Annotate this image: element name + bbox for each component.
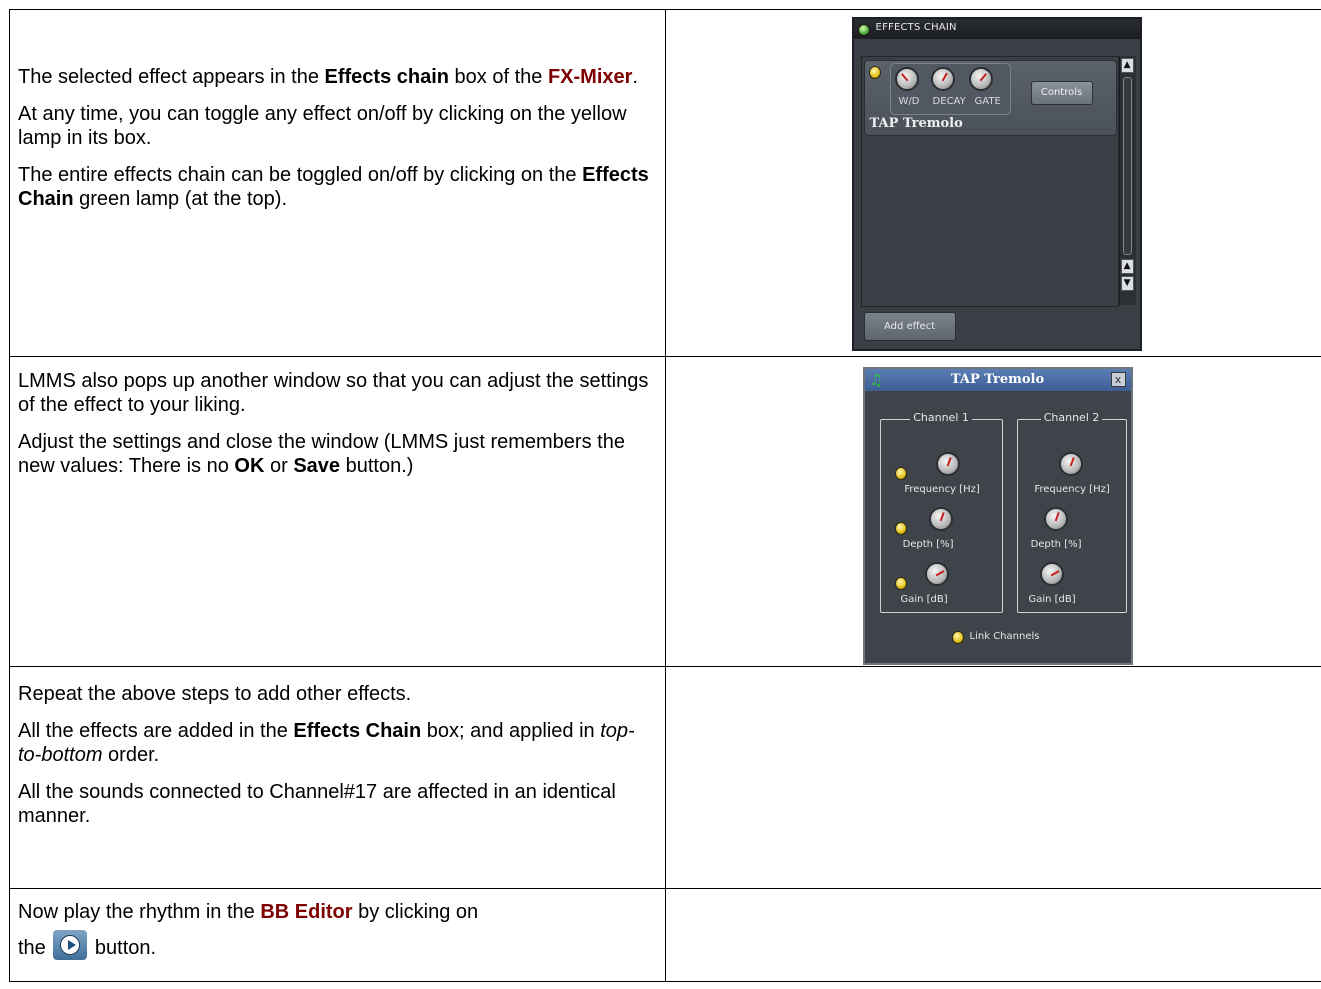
yellow-lamp-icon[interactable] — [894, 467, 907, 480]
table-row: LMMS also pops up another window so that… — [9, 356, 1321, 667]
frequency-knob-icon[interactable] — [935, 452, 960, 476]
gain-knob-icon[interactable] — [924, 562, 949, 586]
scroll-up-arrow-icon[interactable]: ▲ — [1120, 259, 1134, 274]
paragraph: The entire effects chain can be toggled … — [18, 164, 649, 210]
document-table: The selected effect appears in the Effec… — [9, 9, 1321, 982]
text-cell: Repeat the above steps to add other effe… — [9, 666, 666, 889]
text-cell: Now play the rhythm in the BB Editor by … — [9, 888, 666, 982]
gate-knob-icon[interactable] — [968, 67, 993, 91]
close-icon[interactable]: x — [1110, 372, 1126, 387]
channel-title: Channel 2 — [1040, 411, 1103, 424]
knob-label: W/D — [898, 96, 920, 107]
channel-2-group: Channel 2 Frequency [Hz] Depth [%] Gain … — [1016, 411, 1127, 613]
scroll-down-arrow-icon[interactable]: ▼ — [1120, 276, 1134, 291]
knob-label: Gain [dB] — [900, 594, 948, 605]
paragraph: The selected effect appears in the Effec… — [18, 66, 638, 88]
wd-knob-icon[interactable] — [894, 67, 919, 91]
knob-label: Depth [%] — [902, 539, 954, 550]
add-effect-button[interactable]: Add effect — [863, 312, 956, 341]
paragraph: All the effects are added in the Effects… — [18, 720, 635, 766]
paragraph: Now play the rhythm in the BB Editor by … — [18, 901, 479, 923]
scrollbar[interactable]: ▲ ▲ ▼ — [1118, 56, 1136, 305]
knob-label: GATE — [974, 96, 1001, 107]
empty-cell — [664, 666, 1321, 889]
yellow-lamp-icon[interactable] — [894, 522, 907, 535]
image-cell: ♫ TAP Tremolo x Channel 1 Frequency [Hz]… — [664, 356, 1321, 667]
knob-label: Frequency [Hz] — [904, 484, 980, 495]
text-cell: The selected effect appears in the Effec… — [9, 9, 666, 357]
effect-name: TAP Tremolo — [869, 116, 963, 131]
controls-button[interactable]: Controls — [1030, 81, 1093, 105]
depth-knob-icon[interactable] — [928, 507, 953, 531]
green-lamp-icon[interactable] — [857, 24, 870, 36]
effects-chain-panel: EFFECTS CHAIN W/D DECAY GATE Controls TA… — [851, 17, 1142, 351]
paragraph: LMMS also pops up another window so that… — [18, 370, 649, 416]
yellow-lamp-icon[interactable] — [894, 577, 907, 590]
paragraph: the button. — [18, 930, 657, 960]
tap-tremolo-window: ♫ TAP Tremolo x Channel 1 Frequency [Hz]… — [862, 367, 1133, 665]
knob-label: Frequency [Hz] — [1034, 484, 1110, 495]
window-titlebar: ♫ TAP Tremolo x — [864, 369, 1131, 391]
yellow-lamp-icon[interactable] — [868, 66, 881, 79]
play-button-icon — [53, 930, 88, 960]
paragraph: All the sounds connected to Channel#17 a… — [18, 781, 616, 827]
paragraph: At any time, you can toggle any effect o… — [18, 103, 627, 149]
link-channels-label: Link Channels — [969, 631, 1040, 642]
effects-list: W/D DECAY GATE Controls TAP Tremolo — [860, 56, 1119, 307]
scroll-up-arrow-icon[interactable]: ▲ — [1120, 58, 1134, 73]
image-cell: EFFECTS CHAIN W/D DECAY GATE Controls TA… — [664, 9, 1321, 357]
text-cell: LMMS also pops up another window so that… — [9, 356, 666, 667]
frequency-knob-icon[interactable] — [1058, 452, 1083, 476]
scroll-track[interactable] — [1122, 77, 1132, 255]
paragraph: Adjust the settings and close the window… — [18, 431, 625, 477]
gain-knob-icon[interactable] — [1039, 562, 1064, 586]
table-row: The selected effect appears in the Effec… — [9, 9, 1321, 357]
knob-group: W/D DECAY GATE — [889, 63, 1011, 115]
knob-label: Depth [%] — [1030, 539, 1082, 550]
channel-title: Channel 1 — [910, 411, 972, 424]
empty-cell — [664, 888, 1321, 982]
effects-chain-header: EFFECTS CHAIN — [853, 19, 1140, 39]
paragraph: Repeat the above steps to add other effe… — [18, 683, 412, 705]
table-row: Repeat the above steps to add other effe… — [9, 666, 1321, 889]
effects-chain-title: EFFECTS CHAIN — [875, 22, 957, 33]
yellow-lamp-icon[interactable] — [951, 631, 964, 644]
depth-knob-icon[interactable] — [1043, 507, 1068, 531]
channel-1-group: Channel 1 Frequency [Hz] Depth [%] Gain … — [879, 411, 1003, 613]
knob-label: Gain [dB] — [1028, 594, 1076, 605]
knob-label: DECAY — [932, 96, 966, 107]
effect-item: W/D DECAY GATE Controls TAP Tremolo — [863, 60, 1117, 136]
decay-knob-icon[interactable] — [930, 67, 955, 91]
window-title: TAP Tremolo — [950, 372, 1045, 387]
table-row: Now play the rhythm in the BB Editor by … — [9, 888, 1321, 982]
